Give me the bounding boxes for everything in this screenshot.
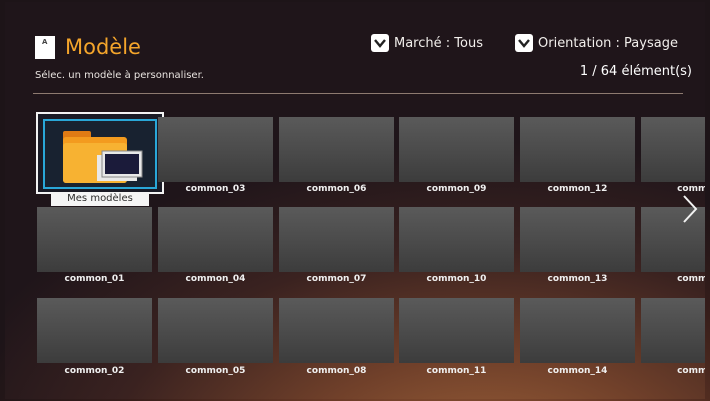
orientation-filter-label: Orientation : Paysage: [538, 35, 678, 51]
template-tile[interactable]: [399, 298, 514, 363]
item-count: 1 / 64 élément(s): [579, 64, 692, 79]
my-templates-card[interactable]: [36, 112, 164, 194]
template-tile[interactable]: [279, 298, 394, 363]
template-label: common: [677, 274, 705, 284]
template-tile[interactable]: [399, 117, 514, 182]
market-filter[interactable]: Marché : Tous: [371, 34, 483, 52]
template-tile[interactable]: [37, 207, 152, 272]
template-label: common_09: [426, 184, 487, 194]
chevron-right-icon[interactable]: [682, 194, 698, 228]
template-tile[interactable]: [279, 207, 394, 272]
template-tile[interactable]: [520, 207, 635, 272]
template-label: common_02: [64, 366, 125, 376]
template-tile[interactable]: [399, 207, 514, 272]
template-tile[interactable]: [158, 207, 273, 272]
template-label: common_07: [306, 274, 367, 284]
template-label: common: [677, 366, 705, 376]
template-label: common_06: [306, 184, 367, 194]
chevron-down-icon: [371, 34, 389, 52]
template-tile[interactable]: [641, 117, 705, 182]
template-screen: A Modèle Sélec. un modèle à personnalise…: [5, 2, 705, 399]
template-label: common_14: [547, 366, 608, 376]
template-label: common: [677, 184, 705, 194]
template-tile[interactable]: [37, 298, 152, 363]
header-divider: [33, 93, 683, 94]
template-label: common_13: [547, 274, 608, 284]
template-label: common_08: [306, 366, 367, 376]
template-label: common_03: [185, 184, 246, 194]
template-icon: A: [35, 36, 55, 59]
orientation-filter[interactable]: Orientation : Paysage: [515, 34, 678, 52]
page-subtitle: Sélec. un modèle à personnaliser.: [35, 70, 204, 81]
my-templates-label: Mes modèles: [51, 192, 149, 206]
template-label: common_04: [185, 274, 246, 284]
template-tile[interactable]: [279, 117, 394, 182]
template-tile[interactable]: [520, 117, 635, 182]
template-tile[interactable]: [520, 298, 635, 363]
template-tile[interactable]: [158, 117, 273, 182]
page-title: Modèle: [65, 35, 141, 59]
template-label: common_10: [426, 274, 487, 284]
template-tile[interactable]: [641, 298, 705, 363]
template-label: common_05: [185, 366, 246, 376]
template-label: common_11: [426, 366, 487, 376]
market-filter-label: Marché : Tous: [394, 35, 483, 51]
folder-icon: [43, 119, 157, 189]
chevron-down-icon: [515, 34, 533, 52]
template-label: common_01: [64, 274, 125, 284]
template-tile[interactable]: [158, 298, 273, 363]
template-label: common_12: [547, 184, 608, 194]
